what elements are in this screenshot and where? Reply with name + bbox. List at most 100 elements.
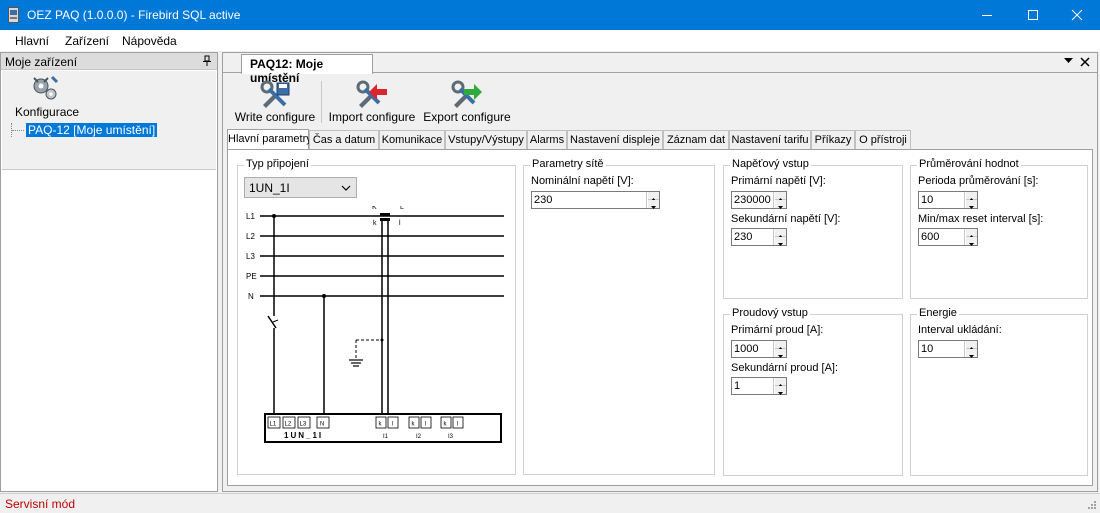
tab-about[interactable]: O přístroji: [855, 130, 911, 149]
current-label: I1: [383, 434, 389, 440]
increment-button[interactable]: [966, 229, 977, 238]
device-label: 1UN_1I: [284, 431, 323, 440]
tab-tariff-settings[interactable]: Nastavení tarifu: [729, 130, 811, 149]
nominal-voltage-input[interactable]: 230: [531, 191, 660, 209]
decrement-button[interactable]: [966, 349, 977, 358]
reset-interval-input[interactable]: 600: [918, 228, 978, 246]
tree-item-label: PAQ-12 [Moje umístění]: [26, 123, 158, 137]
tab-commands[interactable]: Příkazy: [811, 130, 855, 149]
averaging-title: Průměrování hodnot: [917, 158, 1021, 170]
terminal-label: L1: [270, 422, 277, 428]
decrement-button[interactable]: [775, 349, 786, 358]
menu-help[interactable]: Nápověda: [122, 34, 177, 48]
current-label: I2: [416, 434, 422, 440]
voltage-input-group: Napěťový vstup Primární napětí [V]: 2300…: [723, 158, 903, 299]
line-label: L2: [246, 232, 255, 241]
app-icon: [8, 7, 19, 23]
terminal-label: N: [320, 422, 324, 428]
close-document-icon[interactable]: [1080, 57, 1090, 67]
decrement-button[interactable]: [966, 237, 977, 246]
decrement-button[interactable]: [775, 386, 786, 395]
minimize-icon: [982, 15, 992, 16]
increment-button[interactable]: [966, 192, 977, 201]
voltage-input-title: Napěťový vstup: [730, 158, 811, 170]
resize-grip-icon[interactable]: [1087, 500, 1097, 510]
configuration-button[interactable]: Konfigurace: [12, 72, 82, 122]
maximize-button[interactable]: [1010, 0, 1056, 30]
ct-label-l: L: [400, 206, 404, 211]
tab-alarms[interactable]: Alarms: [527, 130, 567, 149]
import-configure-button[interactable]: Import configure: [327, 75, 417, 127]
export-configure-button[interactable]: Export configure: [423, 75, 511, 127]
secondary-current-label: Sekundární proud [A]:: [731, 362, 839, 374]
averaging-period-value: 10: [921, 194, 934, 206]
line-label: L3: [246, 252, 255, 261]
decrement-button[interactable]: [775, 200, 786, 209]
secondary-voltage-input[interactable]: 230: [731, 228, 787, 246]
primary-current-input[interactable]: 1000: [731, 340, 787, 358]
averaging-period-input[interactable]: 10: [918, 191, 978, 209]
write-configure-label: Write configure: [234, 110, 316, 124]
devices-panel-title: Moje zařízení: [5, 55, 78, 69]
connection-type-group: Typ připojení 1UN_1I L1 L2 L3 PE N K L k…: [237, 158, 516, 475]
devices-panel-header: Moje zařízení: [1, 53, 217, 70]
primary-voltage-label: Primární napětí [V]:: [731, 175, 826, 187]
secondary-current-value: 1: [734, 380, 741, 392]
status-bar: Servisní mód: [0, 493, 1100, 513]
primary-current-label: Primární proud [A]:: [731, 324, 824, 336]
primary-voltage-value: 230000: [734, 194, 771, 206]
decrement-button[interactable]: [775, 237, 786, 246]
increment-button[interactable]: [648, 192, 659, 201]
tab-display-settings[interactable]: Nastavení displeje: [567, 130, 663, 149]
pin-icon[interactable]: [202, 55, 212, 67]
line-label: L1: [246, 212, 255, 221]
configuration-label: Konfigurace: [15, 105, 80, 119]
tree-item-device[interactable]: PAQ-12 [Moje umístění]: [11, 123, 158, 137]
energy-group: Energie Interval ukládání: 10: [910, 307, 1088, 476]
ct-label-k2: k: [373, 220, 377, 227]
gears-icon: [33, 75, 59, 100]
menu-main[interactable]: Hlavní: [15, 34, 49, 48]
tab-time-date[interactable]: Čas a datum: [309, 130, 379, 149]
menu-device[interactable]: Zařízení: [65, 34, 109, 48]
maximize-icon: [1028, 10, 1038, 20]
tab-communication[interactable]: Komunikace: [379, 130, 445, 149]
terminal-label: l: [392, 422, 393, 428]
secondary-current-input[interactable]: 1: [731, 377, 787, 395]
dropdown-arrow-icon[interactable]: [1064, 58, 1073, 64]
document-tab[interactable]: PAQ12: Moje umístění: [241, 54, 373, 85]
increment-button[interactable]: [775, 229, 786, 238]
tab-data-record[interactable]: Záznam dat: [663, 130, 729, 149]
document-window: PAQ12: Moje umístění Write configure Imp…: [222, 52, 1098, 492]
ct-label-l2: l: [399, 220, 401, 227]
wiring-diagram: L1 L2 L3 PE N K L k l L1 L2 L3 N k l k l…: [246, 206, 504, 443]
line-label: PE: [246, 272, 257, 281]
connection-type-value: 1UN_1I: [249, 181, 290, 195]
decrement-button[interactable]: [648, 200, 659, 209]
close-button[interactable]: [1054, 0, 1100, 30]
network-parameters-title: Parametry sítě: [530, 158, 606, 170]
window-title: OEZ PAQ (1.0.0.0) - Firebird SQL active: [27, 8, 241, 22]
connection-type-title: Typ připojení: [244, 158, 311, 170]
nominal-voltage-label: Nominální napětí [V]:: [531, 175, 634, 187]
increment-button[interactable]: [775, 378, 786, 387]
current-input-group: Proudový vstup Primární proud [A]: 1000 …: [723, 307, 903, 476]
increment-button[interactable]: [966, 341, 977, 350]
primary-voltage-input[interactable]: 230000: [731, 191, 787, 209]
tab-inputs-outputs[interactable]: Vstupy/Výstupy: [445, 130, 527, 149]
write-configure-button[interactable]: Write configure: [234, 75, 316, 127]
tab-main-parameters[interactable]: Hlavní parametry: [227, 129, 312, 150]
import-config-icon: [356, 80, 387, 108]
current-input-title: Proudový vstup: [730, 307, 810, 319]
ct-label-k: K: [372, 206, 377, 211]
decrement-button[interactable]: [966, 200, 977, 209]
increment-button[interactable]: [775, 341, 786, 350]
averaging-group: Průměrování hodnot Perioda průměrování […: [910, 158, 1088, 299]
document-tabstrip: PAQ12: Moje umístění: [223, 53, 1097, 85]
minimize-button[interactable]: [964, 0, 1010, 30]
increment-button[interactable]: [775, 192, 786, 201]
connection-type-select[interactable]: 1UN_1I: [244, 177, 357, 198]
save-interval-input[interactable]: 10: [918, 340, 978, 358]
secondary-voltage-label: Sekundární napětí [V]:: [731, 213, 841, 225]
current-label: I3: [448, 434, 454, 440]
